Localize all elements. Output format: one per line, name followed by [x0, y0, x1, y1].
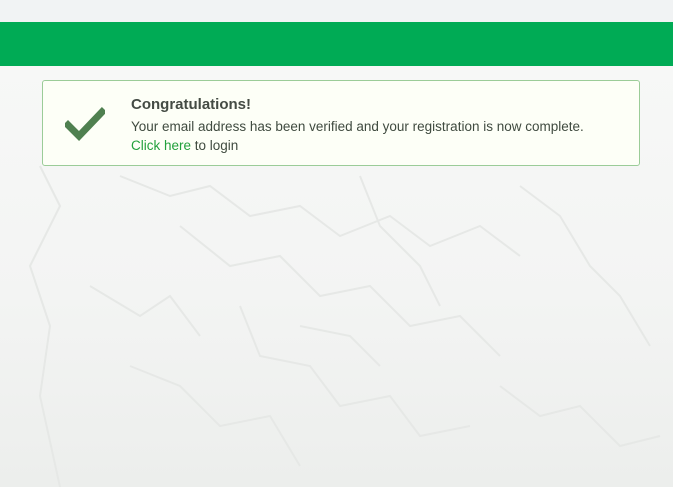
login-line: Click here to login [131, 136, 629, 156]
alert-message: Your email address has been verified and… [131, 118, 584, 134]
header-bar [0, 22, 673, 66]
alert-text: Congratulations! Your email address has … [131, 95, 629, 156]
browser-top-strip [0, 0, 673, 22]
checkmark-icon [65, 107, 105, 141]
login-link[interactable]: Click here [131, 138, 191, 153]
login-link-suffix: to login [191, 138, 239, 153]
success-alert: Congratulations! Your email address has … [42, 80, 640, 166]
alert-title: Congratulations! [131, 96, 251, 113]
